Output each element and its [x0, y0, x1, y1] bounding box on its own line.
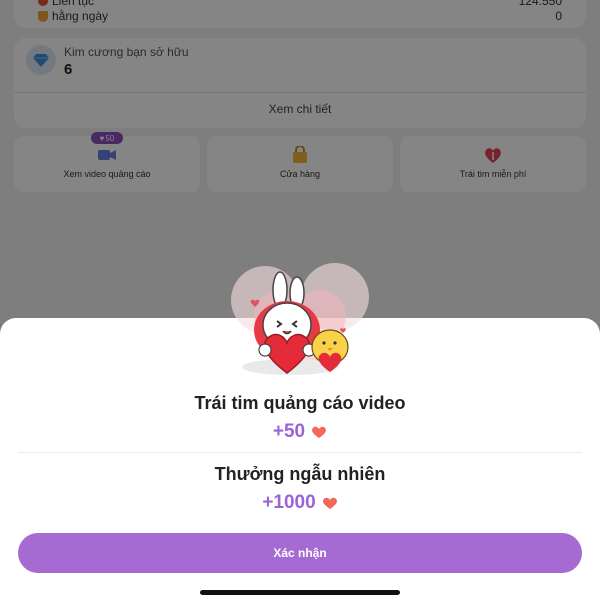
reward-value: +1000: [262, 492, 316, 513]
video-ad-heart-title: Trái tim quảng cáo video: [194, 393, 406, 413]
heart-icon: [322, 497, 337, 509]
random-bonus-title: Thưởng ngẫu nhiên: [214, 464, 386, 484]
reward-value: +50: [272, 421, 306, 442]
sheet-divider: [18, 452, 582, 453]
home-indicator[interactable]: [200, 590, 400, 595]
random-bonus-reward: +1000: [0, 492, 600, 514]
video-ad-reward: +50: [0, 421, 600, 443]
mascot-illustration: [231, 263, 369, 375]
confirm-button[interactable]: Xác nhận: [18, 533, 582, 573]
heart-icon: [312, 426, 327, 438]
